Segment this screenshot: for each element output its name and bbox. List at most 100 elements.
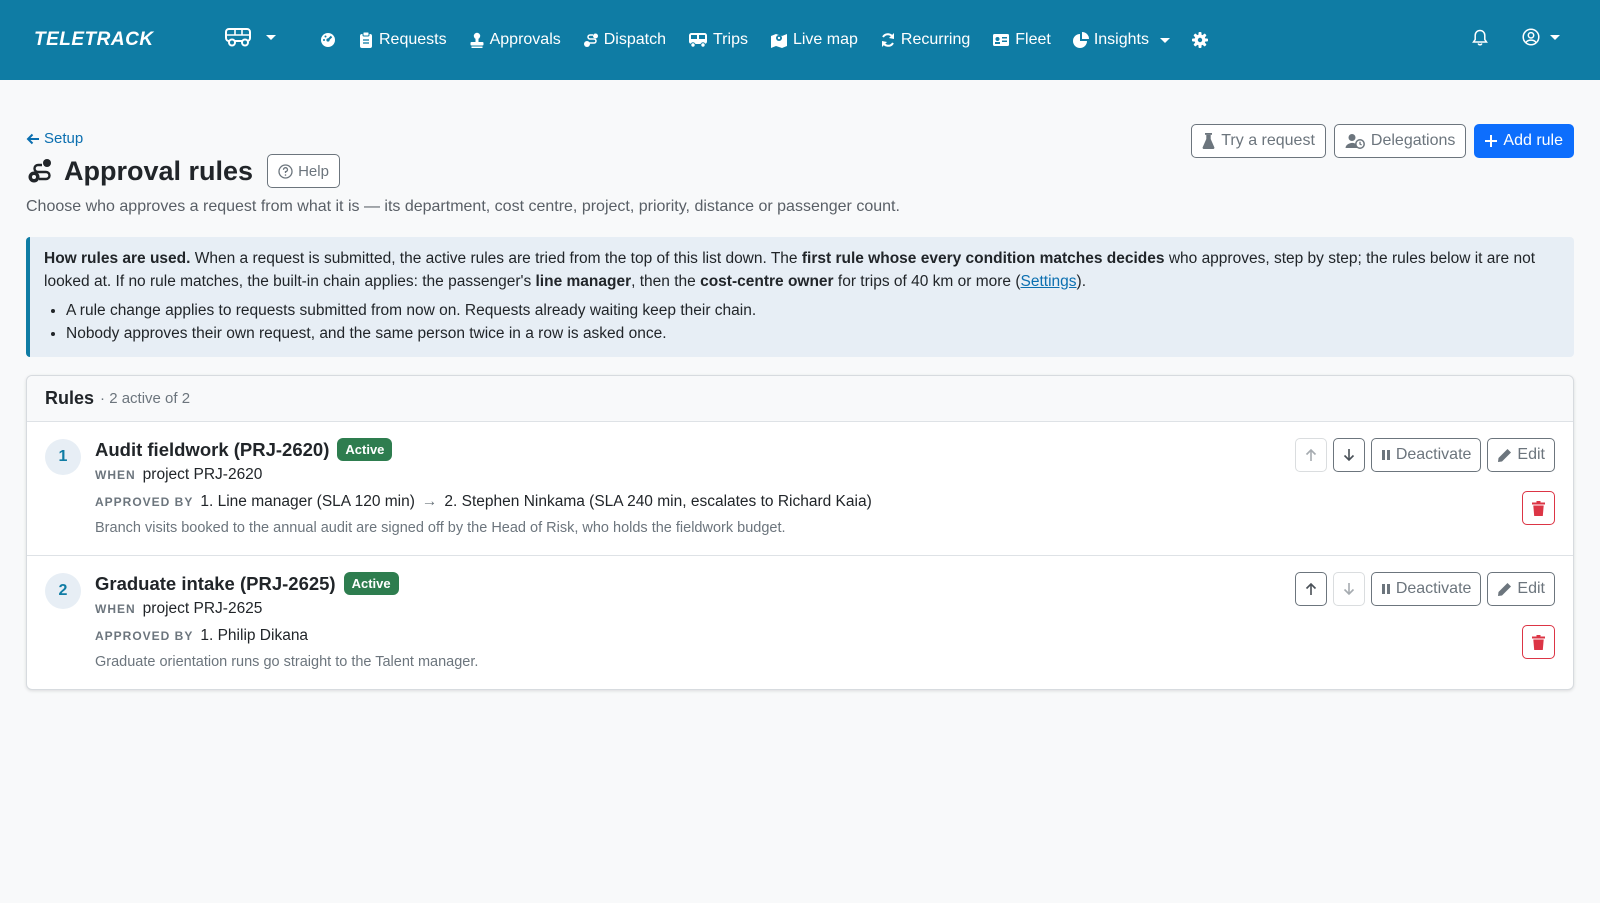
bell-icon[interactable] (1472, 29, 1488, 46)
pause-icon (1381, 449, 1391, 461)
rule-condition: project PRJ-2620 (142, 466, 263, 483)
arrow-down-icon (1343, 582, 1355, 596)
top-navbar: TELETRACK Requests Approvals Dispatch Tr… (0, 0, 1600, 80)
rules-card-header: Rules · 2 active of 2 (27, 376, 1573, 422)
nav-requests[interactable]: Requests (358, 31, 447, 49)
nav-insights-dropdown[interactable]: Insights (1072, 31, 1170, 49)
dashboard-link[interactable] (320, 32, 336, 48)
add-rule-button[interactable]: Add rule (1474, 124, 1574, 158)
rule-title: Audit fieldwork (PRJ-2620) (95, 438, 330, 460)
nav-label: Fleet (1015, 31, 1051, 48)
rule-actions: Deactivate Edit (1294, 572, 1555, 606)
deactivate-label: Deactivate (1395, 580, 1472, 597)
edit-label: Edit (1517, 580, 1545, 597)
rule-approvers: APPROVED BY 1. Line manager (SLA 120 min… (95, 493, 872, 515)
repeat-icon (880, 32, 896, 48)
brand-logo[interactable]: TELETRACK (34, 29, 154, 51)
nav-approvals[interactable]: Approvals (469, 31, 561, 49)
delegations-button[interactable]: Delegations (1333, 124, 1467, 158)
user-circle-icon (1522, 28, 1540, 46)
rule-title-row: Graduate intake (PRJ-2625) Active (95, 572, 478, 595)
nav-dispatch[interactable]: Dispatch (583, 31, 666, 49)
info-bold: cost-centre owner (700, 273, 834, 290)
rule-body: Audit fieldwork (PRJ-2620) Active WHEN p… (95, 438, 872, 536)
rules-info-callout: How rules are used. When a request is su… (26, 237, 1574, 357)
info-bold: first rule whose every condition matches… (801, 250, 1165, 267)
flask-icon (1202, 133, 1215, 149)
deactivate-label: Deactivate (1395, 446, 1472, 463)
arrow-left-icon (26, 133, 40, 145)
plus-icon (1485, 135, 1498, 147)
rule-row: 2 Graduate intake (PRJ-2625) Active WHEN… (27, 556, 1573, 690)
nav-recurring[interactable]: Recurring (880, 31, 970, 49)
rule-body: Graduate intake (PRJ-2625) Active WHEN p… (95, 572, 478, 670)
back-to-setup-link[interactable]: Setup (26, 130, 83, 147)
rule-note: Branch visits booked to the annual audit… (95, 520, 786, 536)
fleet-switcher-dropdown[interactable] (224, 26, 276, 48)
delete-rule-button[interactable] (1522, 625, 1555, 659)
info-text: , then the (631, 273, 701, 290)
trash-icon (1532, 500, 1545, 516)
rule-title-row: Audit fieldwork (PRJ-2620) Active (95, 438, 872, 461)
nav-live-map[interactable]: Live map (770, 31, 858, 49)
approver-step: 1. Line manager (SLA 120 min) (200, 493, 415, 510)
move-up-button[interactable] (1294, 572, 1327, 606)
rules-count: · 2 active of 2 (100, 390, 191, 407)
rule-row: 1 Audit fieldwork (PRJ-2620) Active WHEN… (27, 422, 1573, 556)
deactivate-button[interactable]: Deactivate (1370, 438, 1482, 472)
arrow-up-icon (1305, 582, 1317, 596)
bus-icon (688, 32, 708, 48)
status-badge: Active (337, 438, 393, 461)
arrow-right-icon: → (421, 493, 438, 510)
rule-actions: Deactivate Edit (1294, 438, 1555, 472)
nav-right (1472, 28, 1560, 46)
pencil-icon (1497, 448, 1512, 463)
nav-label: Requests (379, 31, 447, 48)
rule-approvers: APPROVED BY 1. Philip Dikana (95, 627, 478, 649)
rules-card: Rules · 2 active of 2 1 Audit fieldwork … (26, 375, 1574, 690)
pencil-icon (1497, 582, 1512, 597)
user-menu-dropdown[interactable] (1522, 28, 1560, 46)
move-down-button[interactable] (1332, 438, 1365, 472)
approver-step: 1. Philip Dikana (200, 627, 309, 644)
map-location-icon (770, 32, 788, 48)
nav-label: Live map (792, 31, 858, 48)
delete-rule-button[interactable] (1522, 491, 1555, 525)
nav-settings[interactable] (1191, 32, 1208, 48)
nav-label: Dispatch (603, 31, 666, 48)
info-paragraph: How rules are used. When a request is su… (44, 247, 1560, 293)
help-button[interactable]: Help (267, 154, 340, 188)
chevron-down-icon (1159, 37, 1170, 43)
info-text: When a request is submitted, the active … (190, 250, 802, 267)
nav-label: Recurring (900, 31, 971, 48)
deactivate-button[interactable]: Deactivate (1370, 572, 1482, 606)
rules-card-title: Rules (45, 388, 95, 408)
edit-button[interactable]: Edit (1487, 572, 1555, 606)
clipboard-icon (358, 32, 374, 48)
info-lead: How rules are used. (44, 250, 191, 267)
nav-fleet[interactable]: Fleet (992, 31, 1051, 49)
move-up-button[interactable] (1294, 438, 1327, 472)
arrow-up-icon (1305, 448, 1317, 462)
try-request-button[interactable]: Try a request (1191, 124, 1326, 158)
info-bullet: A rule change applies to requests submit… (66, 299, 1560, 322)
info-text: for trips of 40 km or more ( (833, 273, 1021, 290)
main-nav: Requests Approvals Dispatch Trips Live m… (320, 0, 1230, 80)
chevron-down-icon (1550, 34, 1560, 40)
help-label: Help (298, 162, 329, 180)
approver-step: 2. Stephen Ninkama (SLA 240 min, escalat… (444, 493, 872, 510)
settings-link[interactable]: Settings (1021, 273, 1077, 290)
page-actions: Try a request Delegations Add rule (1191, 124, 1574, 158)
rule-when: WHEN project PRJ-2620 (95, 466, 872, 488)
when-keyword: WHEN (95, 602, 136, 616)
edit-button[interactable]: Edit (1487, 438, 1555, 472)
info-text: ). (1076, 273, 1086, 290)
approved-by-keyword: APPROVED BY (95, 629, 194, 643)
rule-order-number: 2 (45, 573, 81, 609)
nav-trips[interactable]: Trips (688, 31, 748, 49)
edit-label: Edit (1517, 446, 1545, 463)
move-down-button[interactable] (1332, 572, 1365, 606)
nav-label: Approvals (489, 31, 561, 48)
gauge-icon (320, 32, 336, 48)
try-request-label: Try a request (1221, 132, 1315, 149)
